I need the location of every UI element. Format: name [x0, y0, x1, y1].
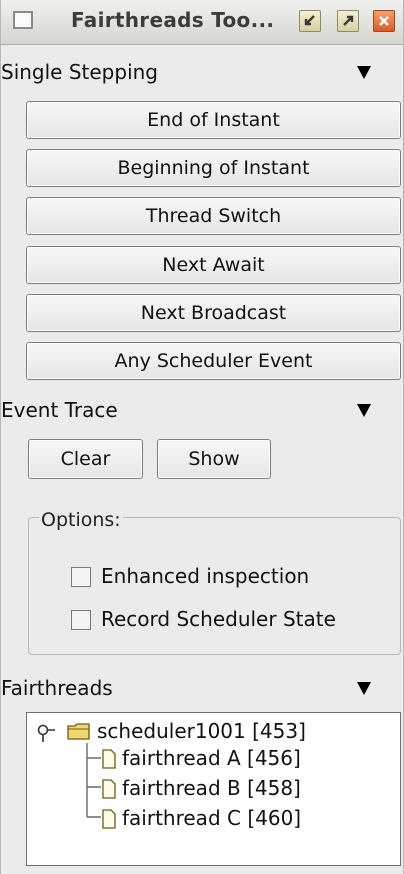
thread-switch-button[interactable]: Thread Switch — [26, 197, 401, 235]
enhanced-inspection-label[interactable]: Enhanced inspection — [101, 564, 309, 588]
minimize-button[interactable] — [299, 10, 321, 32]
fairthreads-tree[interactable]: scheduler1001 [453] fairthread A [456] f… — [26, 712, 401, 866]
file-icon — [102, 809, 116, 829]
enhanced-inspection-checkbox[interactable] — [71, 567, 91, 587]
tree-row-child[interactable]: fairthread B [458] — [102, 776, 392, 802]
title-bar[interactable]: Fairthreads Too... — [1, 0, 403, 45]
tree-child-label: fairthread B [458] — [122, 776, 301, 800]
tree-row-child[interactable]: fairthread A [456] — [102, 746, 392, 772]
end-of-instant-button[interactable]: End of Instant — [26, 101, 401, 139]
window-menu-icon[interactable] — [13, 11, 33, 29]
triangle-down-icon[interactable] — [356, 680, 372, 696]
file-icon — [102, 749, 116, 769]
fairthreads-header[interactable]: Fairthreads — [1, 676, 401, 706]
close-button[interactable] — [373, 10, 395, 32]
tree-row-root[interactable]: scheduler1001 [453] — [37, 719, 397, 745]
beginning-of-instant-button[interactable]: Beginning of Instant — [26, 149, 401, 187]
maximize-icon — [343, 15, 354, 26]
tree-child-label: fairthread C [460] — [122, 806, 302, 830]
single-stepping-label: Single Stepping — [1, 60, 159, 84]
event-trace-header[interactable]: Event Trace — [1, 398, 401, 428]
fairthreads-label: Fairthreads — [1, 676, 113, 700]
tree-child-label: fairthread A [456] — [122, 746, 301, 770]
next-await-button[interactable]: Next Await — [26, 246, 401, 284]
record-scheduler-state-label[interactable]: Record Scheduler State — [101, 607, 336, 631]
tree-row-child[interactable]: fairthread C [460] — [102, 806, 392, 832]
close-icon — [379, 16, 389, 26]
clear-button[interactable]: Clear — [28, 439, 143, 479]
record-scheduler-state-checkbox[interactable] — [71, 610, 91, 630]
maximize-button[interactable] — [337, 10, 359, 32]
fairthreads-tool-window: Fairthreads Too... Single Stepping End o… — [0, 0, 404, 874]
triangle-down-icon[interactable] — [356, 64, 372, 80]
minimize-icon — [304, 15, 315, 26]
folder-icon — [67, 723, 90, 740]
event-trace-label: Event Trace — [1, 398, 118, 422]
triangle-down-icon[interactable] — [356, 402, 372, 418]
window-title: Fairthreads Too... — [71, 8, 275, 32]
next-broadcast-button[interactable]: Next Broadcast — [26, 294, 401, 332]
tree-expand-handle-icon[interactable] — [37, 723, 57, 743]
file-icon — [102, 779, 116, 799]
any-scheduler-event-button[interactable]: Any Scheduler Event — [26, 342, 401, 380]
show-button[interactable]: Show — [157, 439, 271, 479]
single-stepping-header[interactable]: Single Stepping — [1, 60, 401, 90]
tree-root-label: scheduler1001 [453] — [97, 719, 306, 743]
options-legend: Options: — [39, 509, 123, 531]
